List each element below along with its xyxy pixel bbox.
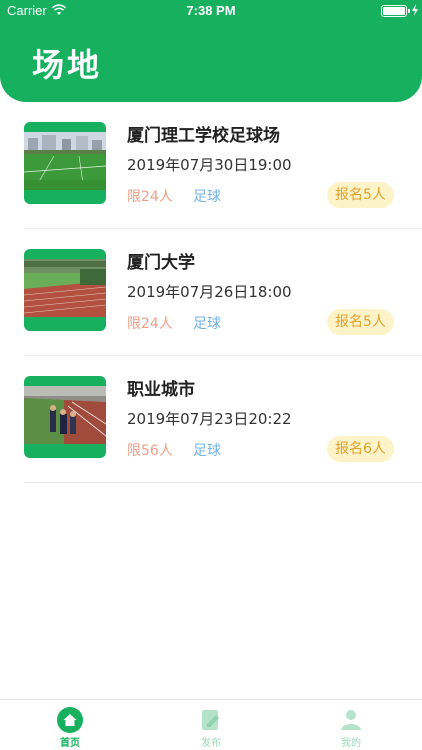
venue-list: 厦门理工学校足球场 2019年07月30日19:00 限24人 足球 报名5人 — [0, 102, 422, 483]
venue-item[interactable]: 职业城市 2019年07月23日20:22 限56人 足球 报名6人 — [24, 356, 422, 483]
charging-icon — [412, 4, 418, 16]
sport-type: 足球 — [193, 316, 221, 332]
venue-item[interactable]: 厦门理工学校足球场 2019年07月30日19:00 限24人 足球 报名5人 — [24, 102, 422, 229]
tab-label: 发布 — [201, 738, 221, 749]
venue-thumbnail — [24, 122, 106, 204]
battery-tip — [408, 9, 410, 13]
tab-label: 首页 — [60, 738, 80, 749]
home-icon — [57, 707, 83, 733]
signup-badge[interactable]: 报名5人 — [327, 309, 394, 335]
venue-datetime: 2019年07月23日20:22 — [127, 410, 292, 428]
battery-icon — [381, 5, 407, 17]
venue-name: 职业城市 — [127, 380, 195, 400]
tab-label: 我的 — [341, 738, 361, 749]
edit-icon — [202, 710, 219, 730]
header: Carrier 7:38 PM 场地 — [0, 0, 422, 102]
tab-profile[interactable]: 我的 — [281, 700, 421, 750]
tab-publish[interactable]: 发布 — [141, 700, 281, 750]
status-bar: Carrier 7:38 PM — [0, 0, 422, 22]
sport-type: 足球 — [193, 189, 221, 205]
signup-badge[interactable]: 报名6人 — [327, 436, 394, 462]
venue-item[interactable]: 厦门大学 2019年07月26日18:00 限24人 足球 报名5人 — [24, 229, 422, 356]
profile-icon — [341, 710, 361, 730]
venue-thumbnail — [24, 376, 106, 458]
player-limit: 限24人 — [127, 316, 173, 332]
player-limit: 限24人 — [127, 189, 173, 205]
venue-datetime: 2019年07月30日19:00 — [127, 156, 292, 174]
signup-badge[interactable]: 报名5人 — [327, 182, 394, 208]
page-title: 场地 — [32, 46, 103, 84]
venue-datetime: 2019年07月26日18:00 — [127, 283, 292, 301]
player-limit: 限56人 — [127, 443, 173, 459]
tab-home[interactable]: 首页 — [0, 700, 140, 750]
tab-bar: 首页 发布 我的 — [0, 699, 422, 750]
venue-name: 厦门理工学校足球场 — [127, 126, 280, 146]
venue-name: 厦门大学 — [127, 253, 195, 273]
app-screen: Carrier 7:38 PM 场地 厦门理工学校足球场 2019年07月30日… — [0, 0, 422, 750]
status-time: 7:38 PM — [186, 3, 236, 18]
venue-thumbnail — [24, 249, 106, 331]
sport-type: 足球 — [193, 443, 221, 459]
